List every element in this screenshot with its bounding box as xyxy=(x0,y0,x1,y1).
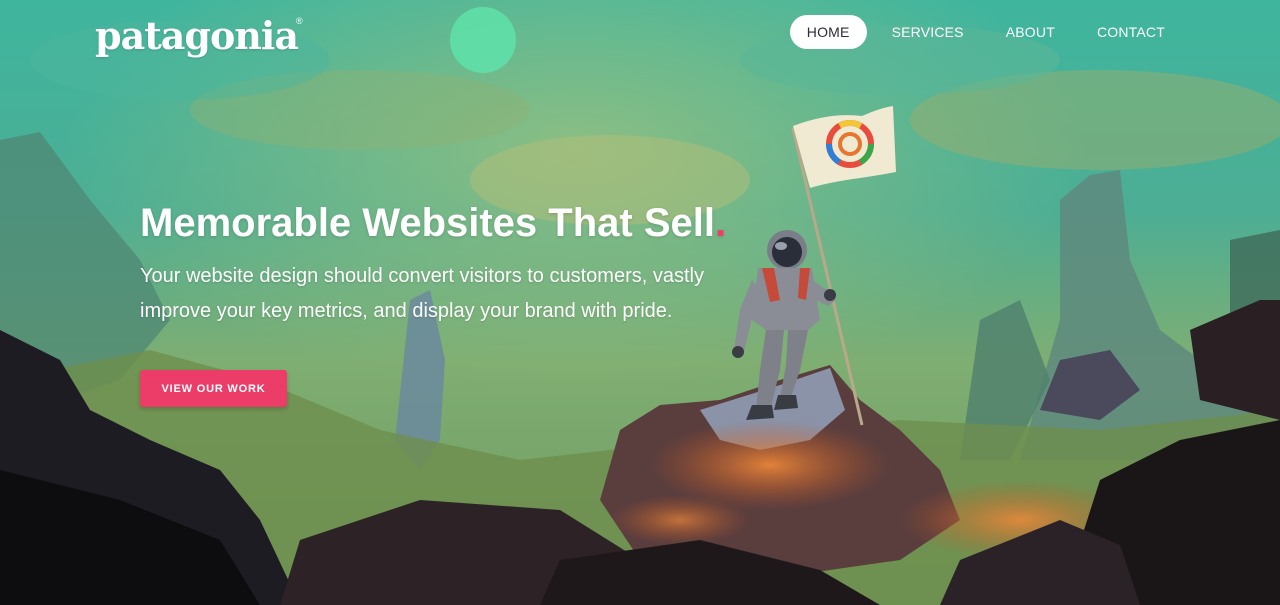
nav-item-about[interactable]: ABOUT xyxy=(989,15,1072,49)
hero-headline: Memorable Websites That Sell. xyxy=(140,198,726,248)
top-navbar: patagonia ® HOME SERVICES ABOUT CONTACT xyxy=(0,0,1280,64)
nav-menu: HOME SERVICES ABOUT CONTACT xyxy=(789,15,1182,49)
hero-section: patagonia ® HOME SERVICES ABOUT CONTACT … xyxy=(0,0,1280,605)
nav-item-home[interactable]: HOME xyxy=(789,15,867,49)
brand-logo[interactable]: patagonia xyxy=(95,12,299,60)
hero-headline-text: Memorable Websites That Sell xyxy=(140,201,715,245)
view-our-work-button[interactable]: VIEW OUR WORK xyxy=(140,370,287,407)
hero-subtext: Your website design should convert visit… xyxy=(140,265,704,322)
nav-item-services[interactable]: SERVICES xyxy=(875,15,981,49)
hero-headline-accent-dot: . xyxy=(714,201,727,245)
nav-item-contact[interactable]: CONTACT xyxy=(1080,15,1182,49)
registered-mark: ® xyxy=(296,16,303,26)
